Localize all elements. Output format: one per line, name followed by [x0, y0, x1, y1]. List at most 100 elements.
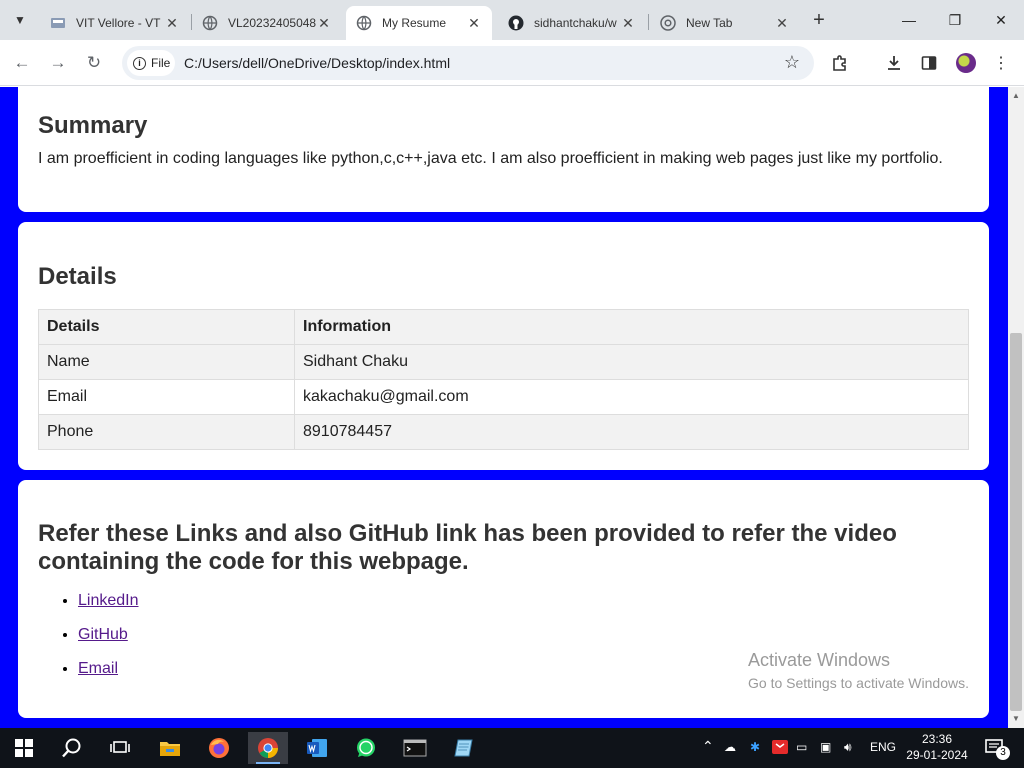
windows-taskbar: ⌃ ☁ ✱ ▭ ▣ 🔊︎ ENG 23:36 29-01-2024 3	[0, 728, 1024, 768]
table-row: Email kakachaku@gmail.com	[38, 379, 969, 415]
table-header-row: Details Information	[38, 309, 969, 345]
back-button[interactable]: ←	[10, 51, 34, 75]
scroll-down-arrow-icon[interactable]: ▼	[1012, 714, 1020, 723]
linkedin-link[interactable]: LinkedIn	[78, 592, 139, 609]
tab-github-repo[interactable]: sidhantchaku/w ✕	[498, 6, 646, 40]
tab-title: New Tab	[686, 16, 733, 30]
menu-button[interactable]: ⋮	[990, 52, 1012, 74]
notification-center-button[interactable]: 3	[978, 732, 1014, 764]
file-explorer-button[interactable]	[150, 732, 190, 764]
close-icon[interactable]: ✕	[316, 15, 332, 32]
task-view-button[interactable]	[100, 732, 140, 764]
word-button[interactable]	[297, 732, 337, 764]
tab-my-resume[interactable]: My Resume ✕	[346, 6, 492, 40]
tab-vit-vellore[interactable]: VIT Vellore - VT ✕	[40, 6, 190, 40]
firefox-button[interactable]	[199, 732, 239, 764]
firefox-icon	[209, 738, 229, 758]
battery-icon[interactable]: ▭	[796, 740, 807, 754]
vertical-scrollbar[interactable]: ▲ ▼	[1008, 87, 1024, 728]
bookmark-star-icon[interactable]: ☆	[784, 52, 800, 73]
plus-icon: +	[813, 9, 825, 31]
language-indicator[interactable]: ENG	[870, 740, 896, 754]
reload-button[interactable]: ↻	[82, 51, 106, 75]
bluetooth-icon[interactable]: ✱	[750, 740, 760, 754]
github-link[interactable]: GitHub	[78, 626, 128, 643]
restore-icon: ❐	[948, 11, 962, 28]
site-info-chip[interactable]: i File	[127, 50, 175, 76]
close-icon[interactable]: ✕	[466, 15, 482, 32]
task-view-icon	[110, 741, 130, 753]
links-heading: Refer these Links and also GitHub link h…	[38, 520, 897, 575]
close-icon[interactable]: ✕	[164, 15, 180, 32]
notepad-button[interactable]	[444, 732, 484, 764]
tab-new-tab[interactable]: New Tab ✕	[650, 6, 800, 40]
clock[interactable]: 23:36 29-01-2024	[900, 731, 974, 763]
volume-icon[interactable]: 🔊︎	[844, 740, 852, 755]
restore-button[interactable]: ❐	[932, 0, 978, 40]
downloads-button[interactable]	[883, 52, 905, 74]
browser-toolbar: ← → ↻ i File C:/Users/dell/OneDrive/Desk…	[0, 40, 1024, 86]
profile-avatar[interactable]	[956, 53, 976, 73]
browser-tab-strip: ▼ VIT Vellore - VT ✕ VL20232405048 ✕ My …	[0, 0, 1024, 40]
address-bar[interactable]: i File C:/Users/dell/OneDrive/Desktop/in…	[122, 46, 814, 80]
onedrive-cloud-icon[interactable]: ☁	[724, 740, 736, 754]
network-icon[interactable]: ▣	[820, 740, 831, 754]
github-icon	[508, 15, 524, 31]
close-window-button[interactable]: ✕	[978, 0, 1024, 40]
list-item: GitHub	[78, 626, 139, 660]
arrow-right-icon: →	[49, 53, 67, 72]
email-link[interactable]: Email	[78, 660, 118, 677]
column-header: Information	[294, 309, 969, 345]
summary-heading: Summary	[38, 112, 148, 139]
word-icon	[307, 739, 327, 757]
tab-title: VL20232405048	[228, 16, 316, 30]
page-viewport: Summary I am proefficient in coding lang…	[0, 87, 1008, 728]
close-icon[interactable]: ✕	[774, 15, 790, 32]
scroll-up-arrow-icon[interactable]: ▲	[1012, 91, 1020, 100]
chrome-taskbar-button[interactable]	[248, 732, 288, 764]
clock-time: 23:36	[921, 732, 953, 746]
start-button[interactable]	[4, 732, 44, 764]
folder-icon	[160, 742, 180, 756]
scheme-label: File	[151, 56, 171, 70]
forward-button[interactable]: →	[46, 51, 70, 75]
table-row: Phone 8910784457	[38, 414, 969, 450]
clock-date: 29-01-2024	[906, 748, 968, 762]
details-card: Details Details Information Name Sidhant…	[18, 222, 989, 470]
notification-count-badge: 3	[996, 746, 1010, 760]
globe-icon	[356, 15, 372, 31]
close-icon[interactable]: ✕	[620, 15, 636, 32]
download-icon	[888, 56, 900, 70]
kebab-menu-icon: ⋮	[993, 55, 1009, 72]
search-icon	[62, 738, 81, 758]
whatsapp-button[interactable]	[346, 732, 386, 764]
side-panel-icon	[921, 56, 937, 70]
table-cell: Sidhant Chaku	[294, 344, 969, 380]
column-header: Details	[38, 309, 295, 345]
windows-logo-icon	[15, 739, 33, 757]
reload-icon: ↻	[86, 53, 102, 72]
side-panel-button[interactable]	[918, 52, 940, 74]
new-tab-button[interactable]: +	[808, 9, 830, 31]
watermark-subtitle: Go to Settings to activate Windows.	[748, 675, 969, 691]
tab-title: My Resume	[382, 16, 447, 30]
chevron-up-icon[interactable]: ⌃	[702, 738, 714, 755]
chrome-icon	[258, 738, 278, 758]
globe-icon	[202, 15, 218, 31]
terminal-icon	[403, 739, 427, 757]
minimize-button[interactable]: —	[886, 0, 932, 40]
url-text[interactable]: C:/Users/dell/OneDrive/Desktop/index.htm…	[184, 55, 450, 71]
tab-vl-course[interactable]: VL20232405048 ✕	[192, 6, 342, 40]
notepad-icon	[454, 739, 473, 757]
table-cell: Name	[38, 344, 295, 380]
search-button[interactable]	[52, 732, 92, 764]
terminal-button[interactable]	[395, 732, 435, 764]
antivirus-icon[interactable]	[772, 740, 788, 757]
extensions-button[interactable]	[829, 52, 851, 74]
arrow-left-icon: ←	[13, 53, 31, 72]
scroll-thumb[interactable]	[1010, 333, 1022, 711]
chrome-icon	[660, 15, 676, 31]
tab-search-button[interactable]: ▼	[6, 6, 34, 34]
close-icon: ✕	[995, 11, 1007, 28]
vit-favicon-icon	[50, 15, 66, 31]
